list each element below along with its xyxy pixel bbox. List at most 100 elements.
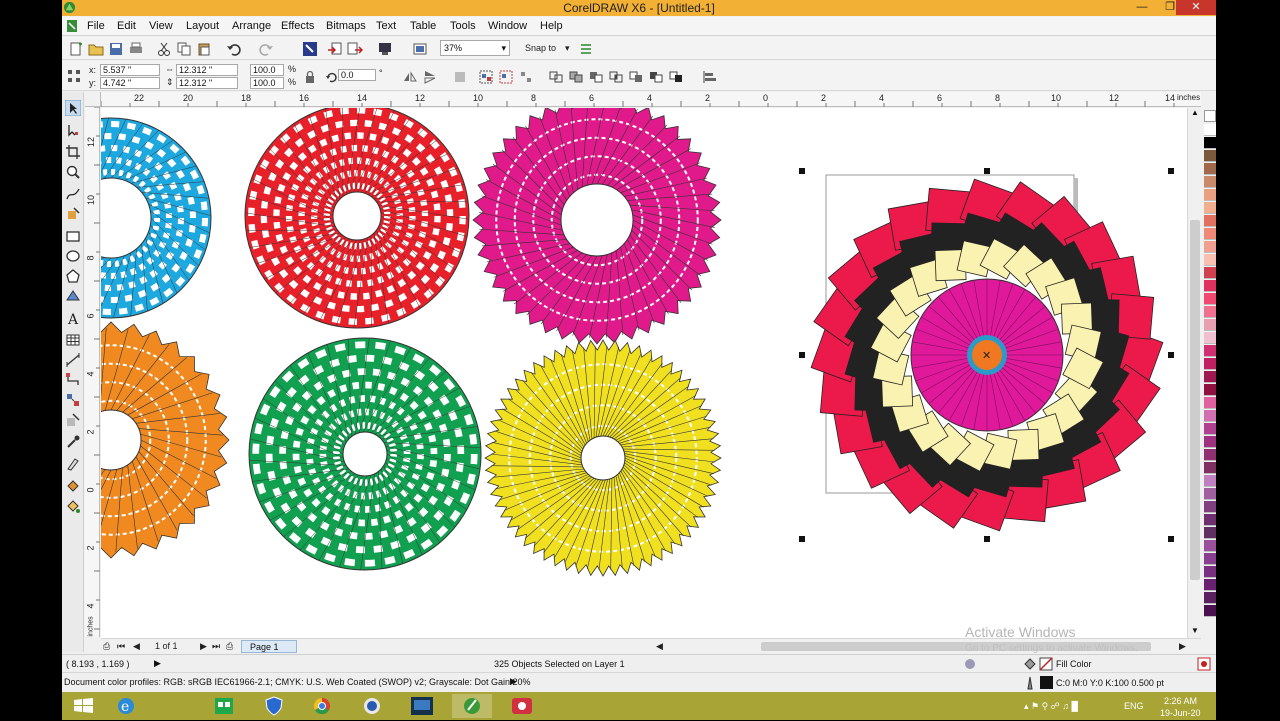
cut-icon[interactable] [156,41,172,57]
menu-window[interactable]: Window [488,20,527,32]
palette-swatch[interactable] [1204,228,1216,240]
language-indicator[interactable]: ENG [1124,701,1144,711]
color-palette[interactable] [1202,110,1216,630]
taskbar-media-player[interactable] [352,694,392,718]
width-field[interactable]: 12.312 " [176,64,238,76]
import-icon[interactable] [327,41,343,57]
zoom-tool-icon[interactable] [65,164,81,180]
fill-tool-icon[interactable] [65,478,81,494]
close-button[interactable]: ✕ [1176,0,1216,15]
scale-height-field[interactable]: 100.0 [250,77,284,89]
menu-help[interactable]: Help [540,20,563,32]
clock-time[interactable]: 2:26 AM [1164,696,1197,706]
scroll-down-icon[interactable]: ▼ [1190,626,1200,636]
undo-icon[interactable] [226,41,242,57]
transparency-tool-icon[interactable] [65,412,81,428]
x-position-field[interactable]: 5.537 " [100,64,160,76]
palette-swatch[interactable] [1204,527,1216,539]
y-position-field[interactable]: 4.742 " [100,77,160,89]
add-page-end-icon[interactable]: ⎙ [226,641,233,652]
height-field[interactable]: 12.312 " [176,77,238,89]
palette-swatch[interactable] [1204,384,1216,396]
vertical-scroll-thumb[interactable] [1190,220,1200,580]
menu-view[interactable]: View [149,20,173,32]
taskbar-app-blue[interactable] [402,694,442,718]
palette-swatch[interactable] [1204,605,1216,617]
add-page-icon[interactable]: ⎙ [103,641,110,652]
blend-tool-icon[interactable] [65,392,81,408]
palette-swatch[interactable] [1204,319,1216,331]
palette-swatch[interactable] [1204,566,1216,578]
palette-swatch[interactable] [1204,436,1216,448]
page-tab[interactable]: Page 1 [241,640,297,653]
paste-icon[interactable] [196,41,212,57]
ungroup-all-icon[interactable] [518,69,534,85]
palette-swatch[interactable] [1204,163,1216,175]
palette-swatch[interactable] [1204,514,1216,526]
options-icon[interactable] [578,41,594,57]
copy-icon[interactable] [176,41,192,57]
scroll-right-icon[interactable]: ▶ [1179,641,1186,652]
trim-icon[interactable] [588,69,604,85]
clock-date[interactable]: 19-Jun-20 [1160,708,1201,718]
rectangle-tool-icon[interactable] [65,228,81,244]
palette-swatch[interactable] [1204,553,1216,565]
taskbar-internet-explorer[interactable]: e [106,694,146,718]
palette-swatch[interactable] [1204,345,1216,357]
palette-swatch[interactable] [1204,254,1216,266]
palette-swatch[interactable] [1204,267,1216,279]
taskbar-security[interactable] [254,694,294,718]
menu-edit[interactable]: Edit [117,20,136,32]
text-wrap-icon[interactable] [452,69,468,85]
palette-swatch[interactable] [1204,501,1216,513]
palette-swatch[interactable] [1204,306,1216,318]
crop-tool-icon[interactable] [65,144,81,160]
group-icon[interactable] [478,69,494,85]
palette-swatch[interactable] [1204,449,1216,461]
palette-swatch[interactable] [1204,124,1216,136]
palette-swatch[interactable] [1204,488,1216,500]
menu-text[interactable]: Text [376,20,396,32]
smart-fill-tool-icon[interactable] [65,206,81,222]
pick-tool-icon[interactable] [65,100,81,116]
text-tool-icon[interactable]: A [65,310,81,326]
shape-tool-icon[interactable] [65,122,81,138]
eyedropper-tool-icon[interactable] [65,434,81,450]
mirror-horizontal-icon[interactable] [402,69,418,85]
combine-icon[interactable] [548,69,564,85]
prev-page-icon[interactable]: ◀ [133,641,140,652]
scale-width-field[interactable]: 100.0 [250,64,284,76]
freehand-tool-icon[interactable] [65,186,81,202]
palette-swatch[interactable] [1204,462,1216,474]
search-content-icon[interactable] [302,41,318,57]
horizontal-ruler[interactable]: 22 20 18 16 14 12 10 8 6 4 2 0 2 4 6 8 1… [101,92,1201,107]
first-page-icon[interactable]: ⏮ [117,641,125,652]
palette-swatch[interactable] [1204,540,1216,552]
selected-rosette[interactable]: ✕ [799,168,1174,542]
palette-swatch[interactable] [1204,189,1216,201]
taskbar-coreldraw[interactable] [452,694,492,718]
palette-swatch[interactable] [1204,176,1216,188]
taskbar-chrome[interactable] [302,694,342,718]
outline-pen-tool-icon[interactable] [65,456,81,472]
palette-swatch[interactable] [1204,371,1216,383]
palette-swatch[interactable] [1204,293,1216,305]
palette-swatch[interactable] [1204,202,1216,214]
print-icon[interactable] [128,41,144,57]
publish-pdf-icon[interactable] [377,41,393,57]
table-tool-icon[interactable] [65,332,81,348]
blue-rosette[interactable] [101,118,211,318]
connector-tool-icon[interactable] [65,372,81,388]
mirror-vertical-icon[interactable] [422,69,438,85]
align-distribute-icon[interactable] [702,69,718,85]
simplify-icon[interactable] [628,69,644,85]
play-icon[interactable]: ▶ [154,658,161,669]
palette-swatch[interactable] [1204,475,1216,487]
full-screen-icon[interactable] [412,41,428,57]
new-document-icon[interactable] [68,41,84,57]
magenta-rosette[interactable] [473,108,721,344]
vertical-ruler[interactable]: 12 10 8 6 4 2 0 2 4 inches [85,107,100,637]
no-color-swatch[interactable] [1204,110,1216,122]
yellow-rosette[interactable] [485,340,721,576]
dimension-tool-icon[interactable] [65,352,81,368]
